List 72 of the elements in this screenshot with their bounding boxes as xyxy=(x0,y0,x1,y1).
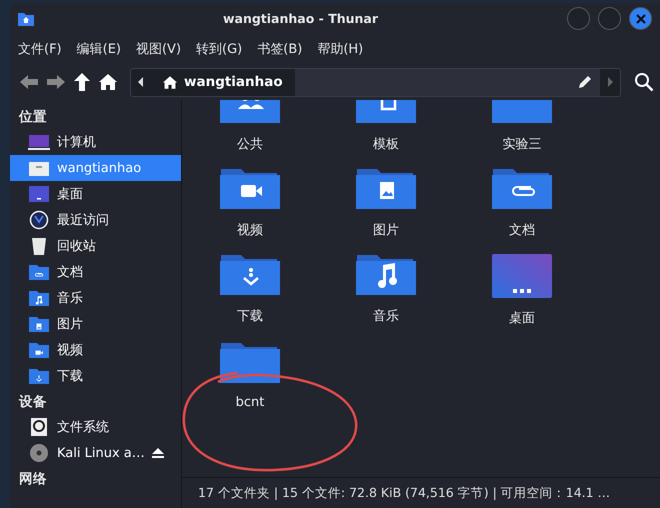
computer-icon xyxy=(28,132,50,152)
disc-icon xyxy=(28,443,50,463)
sidebar-label: 回收站 xyxy=(57,238,96,255)
menu-item[interactable]: 视图(V) xyxy=(136,40,182,58)
menu-item[interactable]: 帮助(H) xyxy=(317,40,364,58)
sidebar-label: 视频 xyxy=(57,342,83,359)
sidebar-item[interactable]: Kali Linux a… xyxy=(10,440,181,466)
file-name[interactable]: 视频 xyxy=(237,221,263,239)
sidebar-item[interactable]: 文件系统 xyxy=(10,414,181,440)
file-name[interactable]: 图片 xyxy=(373,221,399,239)
sidebar-heading: 网络 xyxy=(18,470,48,489)
path-entry-field[interactable] xyxy=(294,68,600,96)
sidebar-label: 最近访问 xyxy=(57,212,109,229)
sidebar-item[interactable]: 文档 xyxy=(10,259,181,285)
folder-icon xyxy=(219,341,281,385)
folder-icon xyxy=(355,167,417,211)
folder-icon xyxy=(219,167,281,211)
sidebar-label: wangtianhao xyxy=(57,160,142,176)
file-name[interactable]: 文档 xyxy=(509,221,535,239)
sidebar-item[interactable]: wangtianhao xyxy=(10,155,181,181)
sidebar-heading: 位置 xyxy=(18,108,48,127)
folder-icon xyxy=(219,253,281,297)
file-name[interactable]: 公共 xyxy=(237,135,263,153)
sidebar-item[interactable]: 计算机 xyxy=(10,129,181,155)
sidebar-label: Kali Linux a… xyxy=(57,446,145,460)
back-arrow-icon[interactable] xyxy=(20,74,38,90)
file-name[interactable]: 桌面 xyxy=(509,309,535,327)
sidebar-item[interactable]: 图片 xyxy=(10,311,181,337)
home-folder-icon xyxy=(18,12,34,26)
downloads-icon xyxy=(28,366,50,386)
sidebar-label: 桌面 xyxy=(57,186,83,203)
pencil-icon xyxy=(578,75,592,89)
documents-icon xyxy=(28,262,50,282)
file-name[interactable]: 模板 xyxy=(373,135,399,153)
forward-arrow-icon[interactable] xyxy=(47,74,65,90)
sidebar-heading: 设备 xyxy=(18,393,48,412)
file-name[interactable]: 音乐 xyxy=(373,307,399,325)
music-icon xyxy=(28,288,50,308)
status-text: 17 个文件夹 | 15 个文件: 72.8 KiB (74,516 字节) | 可用空间：14.1 … xyxy=(198,484,610,502)
close-icon xyxy=(636,14,646,24)
drive-icon xyxy=(28,417,50,437)
desktop-folder-icon xyxy=(491,253,553,299)
menu-item[interactable]: 文件(F) xyxy=(18,40,62,58)
sidebar-label: 计算机 xyxy=(57,134,96,151)
search-icon[interactable] xyxy=(634,72,654,92)
videos-icon xyxy=(28,340,50,360)
sidebar-label: 文件系统 xyxy=(57,419,109,436)
sidebar-label: 音乐 xyxy=(57,290,83,307)
sidebar-item[interactable]: 视频 xyxy=(10,337,181,363)
menu-item[interactable]: 书签(B) xyxy=(257,40,302,58)
menu-item[interactable]: 编辑(E) xyxy=(76,40,121,58)
sidebar-label: 下载 xyxy=(57,368,83,385)
sidebar-label: 文档 xyxy=(57,264,83,281)
recent-icon xyxy=(28,210,50,230)
file-name[interactable]: 实验三 xyxy=(502,135,542,153)
folder-icon xyxy=(491,167,553,211)
desktop-icon xyxy=(28,184,50,204)
sidebar-item[interactable]: 音乐 xyxy=(10,285,181,311)
file-name[interactable]: 下载 xyxy=(237,307,263,325)
eject-icon[interactable] xyxy=(152,448,164,458)
sidebar-item[interactable]: 最近访问 xyxy=(10,207,181,233)
sidebar-item[interactable]: 下载 xyxy=(10,363,181,389)
up-arrow-icon[interactable] xyxy=(74,73,90,91)
menu-item[interactable]: 转到(G) xyxy=(196,40,242,58)
folder-icon xyxy=(355,253,417,297)
sidebar-label: 图片 xyxy=(57,316,83,333)
window-title: wangtianhao - Thunar xyxy=(222,11,380,26)
pictures-icon xyxy=(28,314,50,334)
sidebar-item[interactable]: 回收站 xyxy=(10,233,181,259)
close-button[interactable] xyxy=(629,7,652,30)
sidebar-item[interactable]: 桌面 xyxy=(10,181,181,207)
file-name[interactable]: bcnt xyxy=(236,395,264,410)
